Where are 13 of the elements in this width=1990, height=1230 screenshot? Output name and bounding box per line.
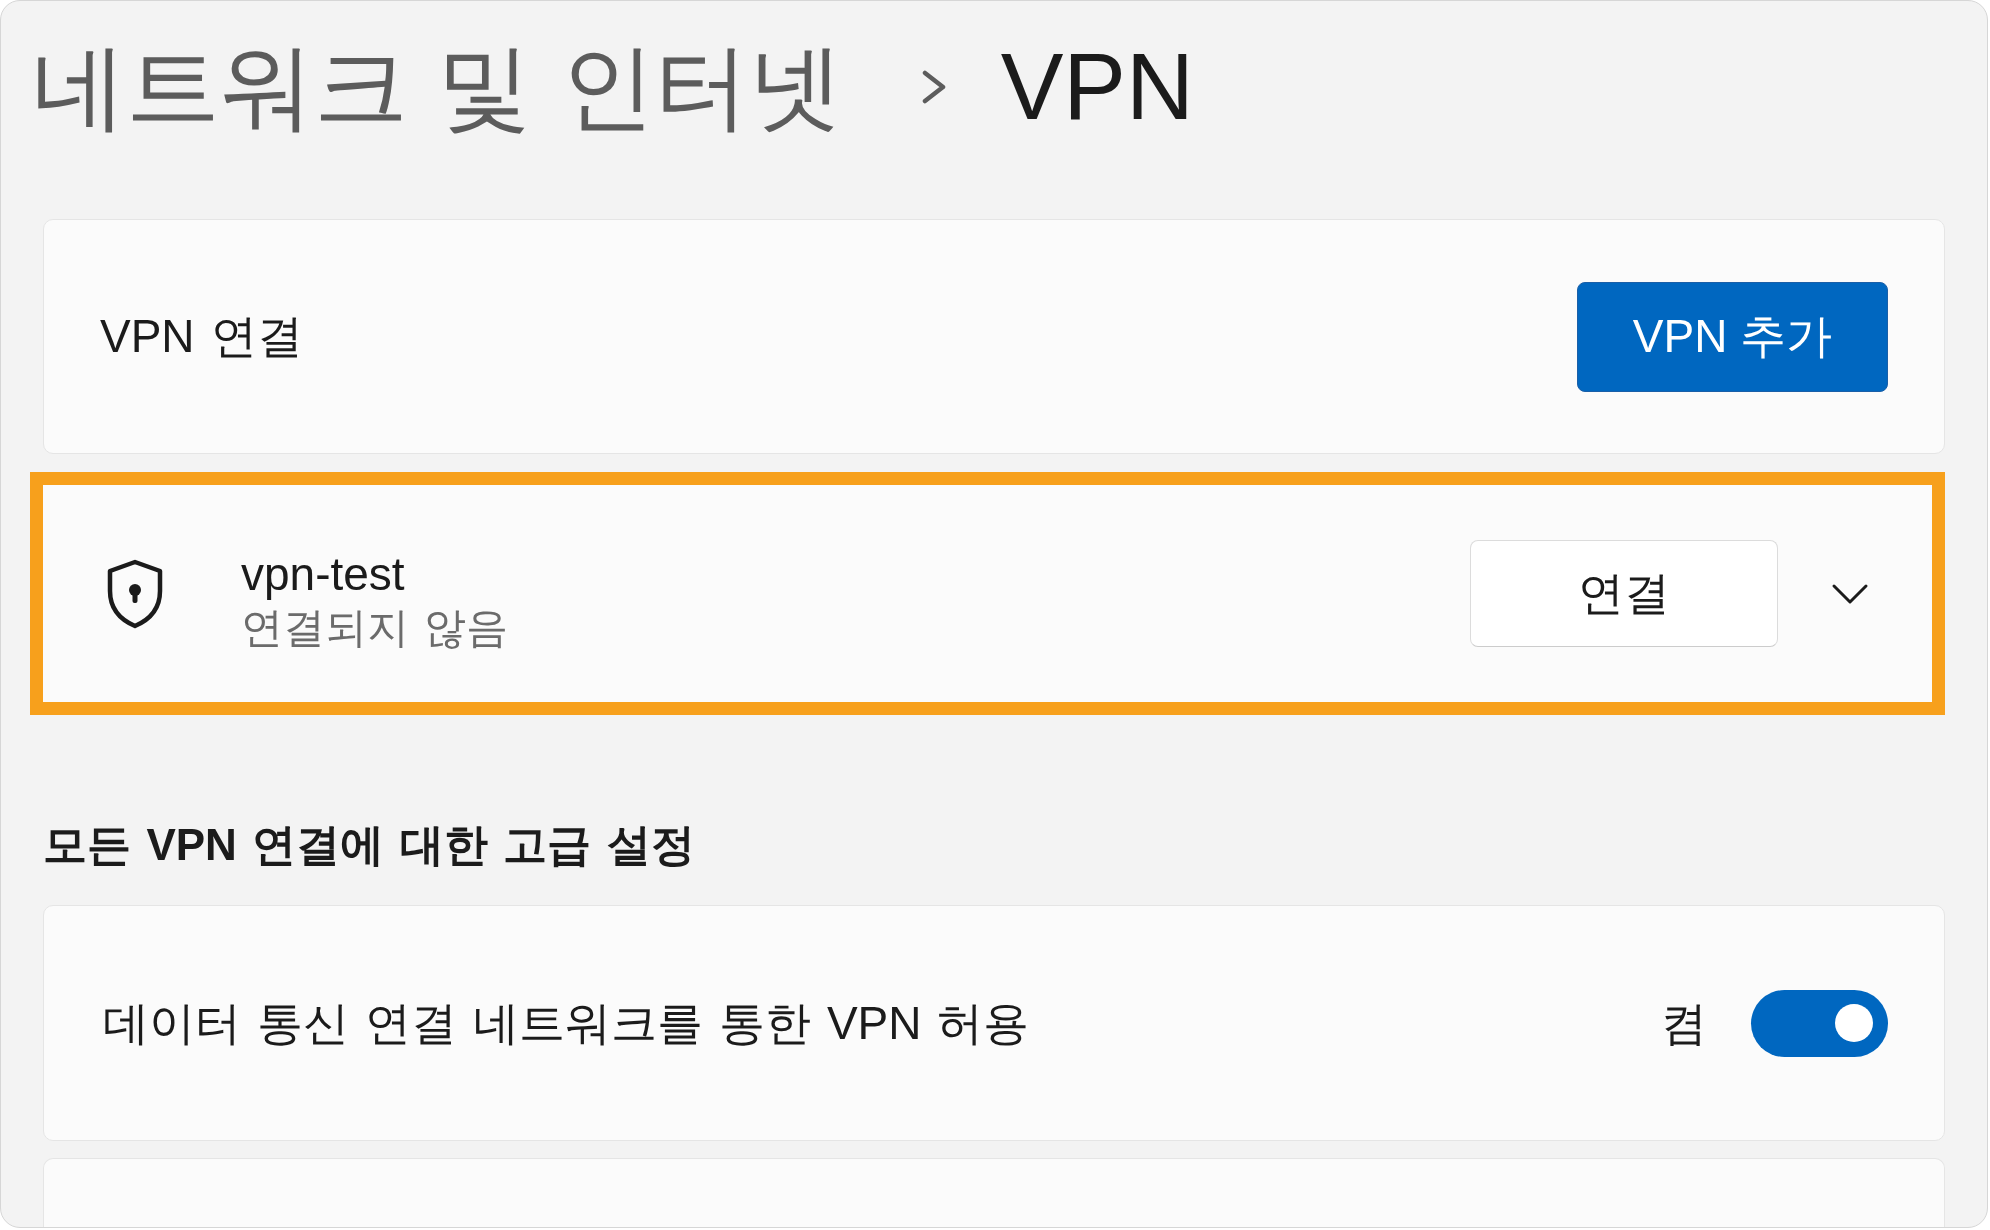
setting-label: 데이터 통신 연결 네트워크를 통한 VPN 허용 (103, 995, 1030, 1051)
toggle-state-label: 켬 (1661, 995, 1707, 1051)
vpn-status: 연결되지 않음 (241, 602, 508, 653)
add-vpn-button[interactable]: VPN 추가 (1577, 281, 1888, 392)
section-heading: 모든 VPN 연결에 대한 고급 설정 (43, 819, 695, 871)
page-title: VPN (1000, 33, 1194, 141)
breadcrumb-link[interactable]: 네트워크 및 인터넷 (32, 27, 843, 147)
section-label: VPN 연결 (100, 309, 303, 364)
chevron-right-icon (920, 70, 947, 104)
chevron-down-icon (1831, 582, 1869, 605)
vpn-name: vpn-test (241, 546, 405, 601)
shield-lock-icon (105, 558, 165, 629)
connect-button[interactable]: 연결 (1470, 540, 1778, 647)
